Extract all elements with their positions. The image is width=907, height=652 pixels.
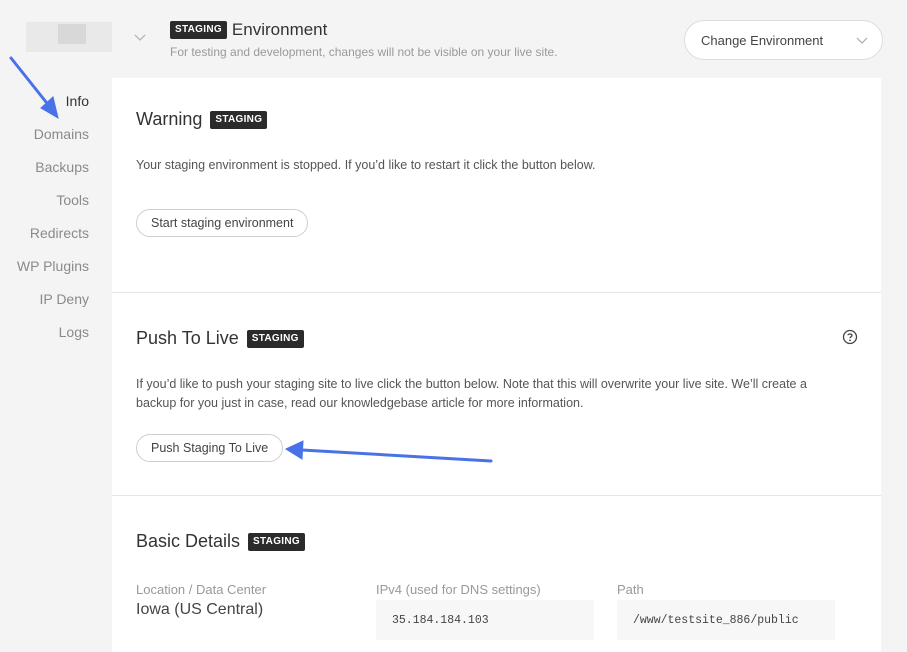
push-description-line-1: If you’d like to push your staging site … — [136, 377, 807, 391]
site-logo-mark — [58, 24, 86, 44]
change-environment-label: Change Environment — [701, 32, 824, 48]
start-staging-button[interactable]: Start staging environment — [136, 209, 309, 237]
push-staging-to-live-button[interactable]: Push Staging To Live — [136, 434, 284, 462]
warning-card: Warning STAGING Your staging environment… — [112, 78, 881, 293]
basic-details-card: Basic Details STAGING Location / Data Ce… — [112, 496, 881, 652]
staging-badge: STAGING — [246, 329, 304, 348]
sidebar-nav: Info Domains Backups Tools Redirects WP … — [17, 88, 89, 352]
environment-title: Environment — [231, 20, 328, 39]
chevron-down-icon[interactable] — [133, 30, 147, 44]
sidebar-item-backups[interactable]: Backups — [17, 154, 89, 187]
ipv4-label: IPv4 (used for DNS settings) — [376, 582, 541, 597]
sidebar-item-logs[interactable]: Logs — [17, 319, 89, 352]
warning-title: Warning — [136, 109, 203, 129]
site-logo[interactable] — [26, 22, 112, 52]
chevron-down-icon — [856, 37, 868, 44]
main-content: Warning STAGING Your staging environment… — [112, 78, 881, 652]
sidebar-item-wp-plugins[interactable]: WP Plugins — [17, 253, 89, 286]
environment-header: STAGING Environment For testing and deve… — [170, 20, 558, 59]
push-to-live-description: If you’d like to push your staging site … — [136, 375, 807, 413]
sidebar-item-domains[interactable]: Domains — [17, 121, 89, 154]
push-to-live-title: Push To Live — [136, 328, 239, 348]
push-to-live-card: Push To Live STAGING If you’d like to pu… — [112, 293, 881, 496]
environment-subtitle: For testing and development, changes wil… — [170, 45, 558, 59]
ipv4-value[interactable]: 35.184.184.103 — [376, 600, 594, 640]
location-label: Location / Data Center — [136, 582, 267, 597]
help-icon[interactable] — [842, 329, 858, 345]
sidebar-item-ip-deny[interactable]: IP Deny — [17, 286, 89, 319]
sidebar-item-tools[interactable]: Tools — [17, 187, 89, 220]
sidebar-item-info[interactable]: Info — [17, 88, 89, 121]
sidebar-item-redirects[interactable]: Redirects — [17, 220, 89, 253]
location-value: Iowa (US Central) — [136, 601, 264, 618]
path-label: Path — [617, 582, 644, 597]
staging-badge: STAGING — [210, 110, 268, 129]
change-environment-dropdown[interactable]: Change Environment — [684, 20, 883, 60]
staging-badge: STAGING — [170, 21, 227, 39]
basic-details-title: Basic Details — [136, 531, 241, 551]
staging-badge: STAGING — [248, 532, 305, 551]
path-value[interactable]: /www/testsite_886/public — [617, 600, 835, 640]
push-description-line-2: backup for you just in case, read our kn… — [136, 396, 584, 410]
warning-message: Your staging environment is stopped. If … — [136, 158, 596, 172]
